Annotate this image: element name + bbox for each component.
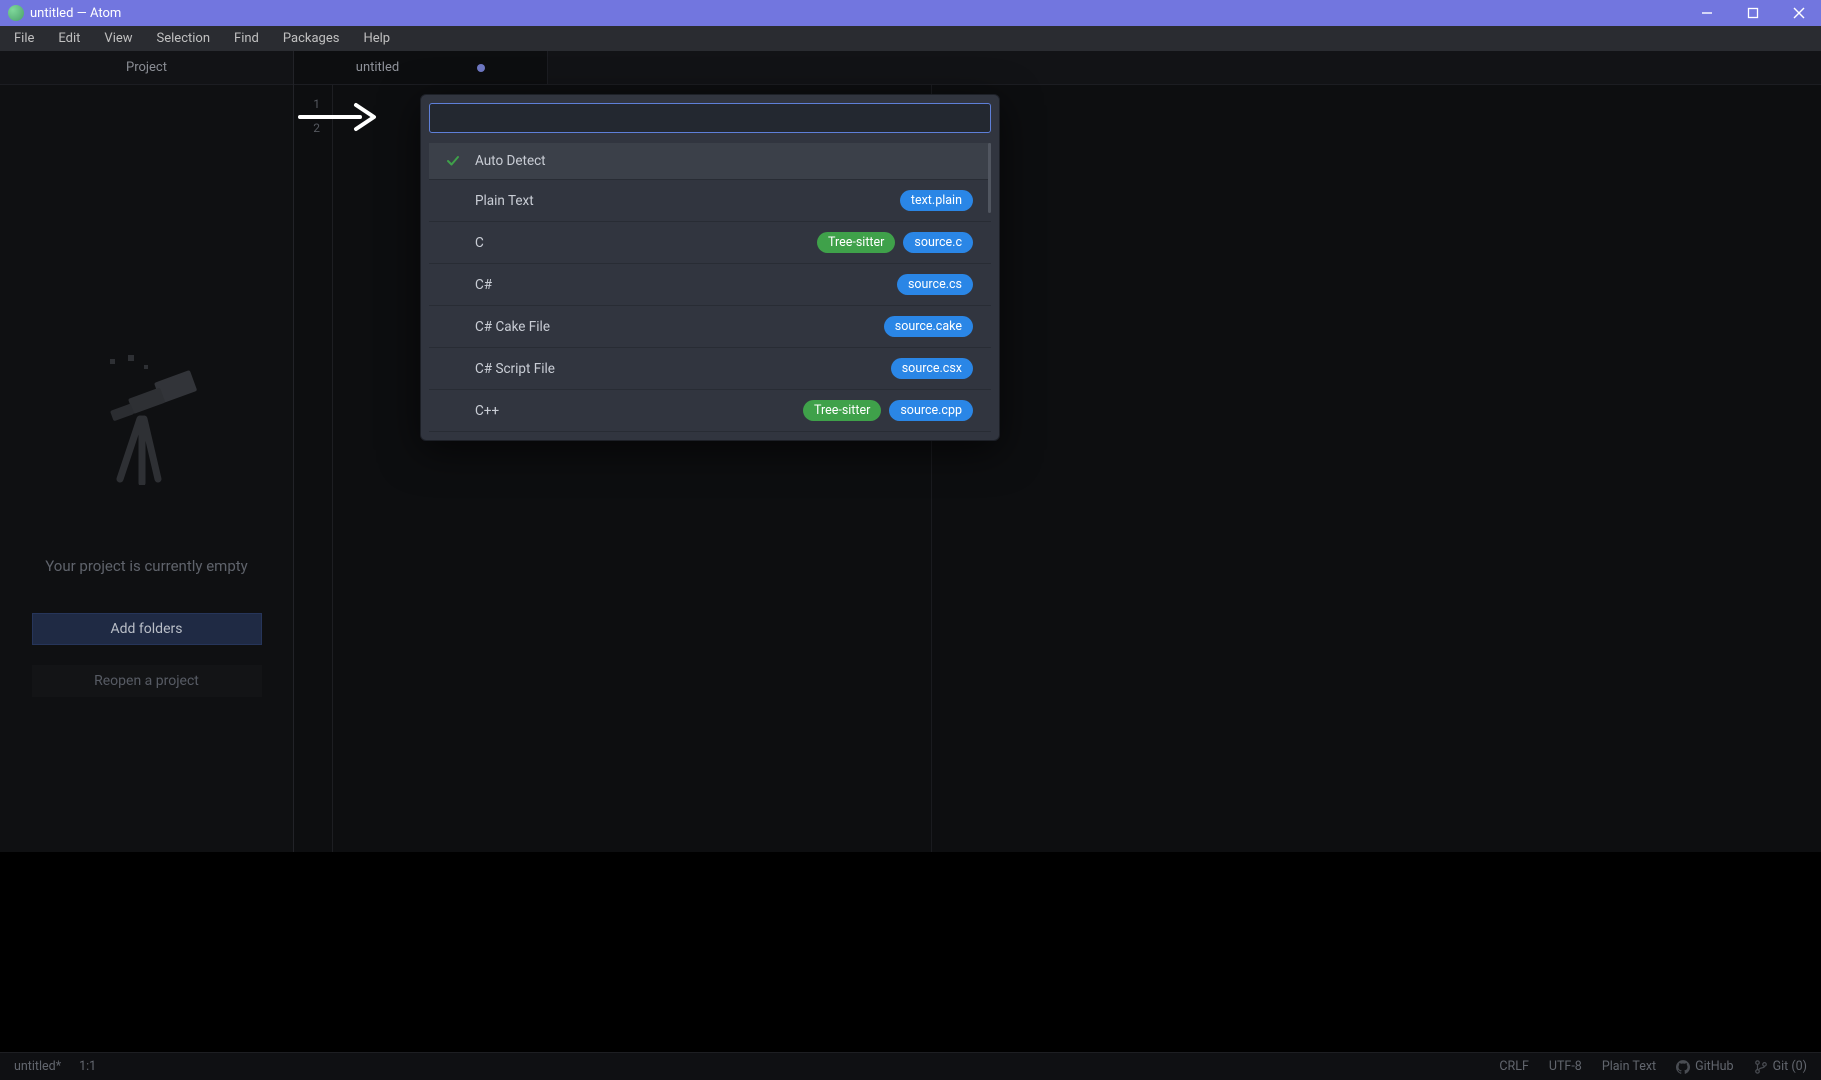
menu-file[interactable]: File xyxy=(4,29,44,48)
scope-badge: source.cs xyxy=(897,274,973,295)
telescope-icon xyxy=(92,355,202,489)
editor-tab-untitled[interactable]: untitled xyxy=(294,51,548,84)
grammar-label: C xyxy=(475,235,484,251)
status-file-name[interactable]: untitled* xyxy=(14,1059,61,1074)
grammar-label: C# Cake File xyxy=(475,319,550,335)
editor-tab-bar: untitled xyxy=(294,51,1821,85)
status-cursor-position[interactable]: 1:1 xyxy=(79,1059,96,1074)
scope-badge: source.c xyxy=(903,232,973,253)
menu-view[interactable]: View xyxy=(94,29,142,48)
grammar-list[interactable]: Auto Detect Plain Text text.plain C Tree-sit… xyxy=(429,143,991,432)
atom-logo-icon xyxy=(8,5,24,21)
menu-selection[interactable]: Selection xyxy=(147,29,220,48)
status-git-label: Git (0) xyxy=(1773,1059,1807,1074)
menu-help[interactable]: Help xyxy=(353,29,400,48)
sidebar-tab-project[interactable]: Project xyxy=(0,51,293,85)
modified-dot-icon xyxy=(477,64,485,72)
grammar-search-input[interactable] xyxy=(429,103,991,133)
status-grammar[interactable]: Plain Text xyxy=(1602,1059,1656,1074)
menu-find[interactable]: Find xyxy=(224,29,269,48)
status-github[interactable]: GitHub xyxy=(1676,1059,1733,1074)
reopen-project-button[interactable]: Reopen a project xyxy=(32,665,262,697)
git-branch-icon xyxy=(1754,1060,1768,1074)
window-close-button[interactable] xyxy=(1785,7,1813,19)
window-titlebar: untitled — Atom xyxy=(0,0,1821,26)
empty-project-text: Your project is currently empty xyxy=(45,557,248,575)
status-bar: untitled* 1:1 CRLF UTF-8 Plain Text GitH… xyxy=(0,1052,1821,1080)
window-minimize-button[interactable] xyxy=(1693,7,1721,19)
scope-badge: source.csx xyxy=(891,358,973,379)
grammar-option[interactable]: C# Script File source.csx xyxy=(429,348,991,390)
grammar-selector-palette: Auto Detect Plain Text text.plain C Tree-sit… xyxy=(420,94,1000,441)
maximize-icon xyxy=(1747,7,1759,19)
grammar-option[interactable]: C Tree-sitter source.c xyxy=(429,222,991,264)
grammar-label: C# xyxy=(475,277,492,293)
minimize-icon xyxy=(1701,7,1713,19)
github-icon xyxy=(1676,1060,1690,1074)
check-icon xyxy=(443,154,463,168)
status-git[interactable]: Git (0) xyxy=(1754,1059,1807,1074)
annotation-arrow-icon xyxy=(298,100,378,138)
tree-sitter-badge: Tree-sitter xyxy=(817,232,895,253)
scope-badge: source.cpp xyxy=(889,400,973,421)
menu-bar: File Edit View Selection Find Packages H… xyxy=(0,26,1821,51)
grammar-option[interactable]: C# source.cs xyxy=(429,264,991,306)
grammar-option[interactable]: C# Cake File source.cake xyxy=(429,306,991,348)
grammar-option[interactable]: C++ Tree-sitter source.cpp xyxy=(429,390,991,432)
bottom-dock-area xyxy=(0,852,1821,1052)
add-folders-button[interactable]: Add folders xyxy=(32,613,262,645)
grammar-label: C++ xyxy=(475,403,499,419)
close-icon xyxy=(1793,7,1805,19)
window-maximize-button[interactable] xyxy=(1739,7,1767,19)
grammar-label: C# Script File xyxy=(475,361,555,377)
grammar-option[interactable]: Auto Detect xyxy=(429,143,991,180)
grammar-label: Auto Detect xyxy=(475,153,546,169)
grammar-option[interactable]: Plain Text text.plain xyxy=(429,180,991,222)
tree-sitter-badge: Tree-sitter xyxy=(803,400,881,421)
status-github-label: GitHub xyxy=(1695,1059,1733,1074)
menu-packages[interactable]: Packages xyxy=(273,29,350,48)
grammar-label: Plain Text xyxy=(475,193,534,209)
menu-edit[interactable]: Edit xyxy=(48,29,90,48)
status-encoding[interactable]: UTF-8 xyxy=(1549,1059,1582,1074)
scope-badge: source.cake xyxy=(884,316,973,337)
status-eol[interactable]: CRLF xyxy=(1499,1059,1528,1074)
palette-scrollbar[interactable] xyxy=(988,143,991,213)
window-title: untitled — Atom xyxy=(30,6,121,21)
editor-tab-title: untitled xyxy=(356,60,399,75)
scope-badge: text.plain xyxy=(900,190,973,211)
